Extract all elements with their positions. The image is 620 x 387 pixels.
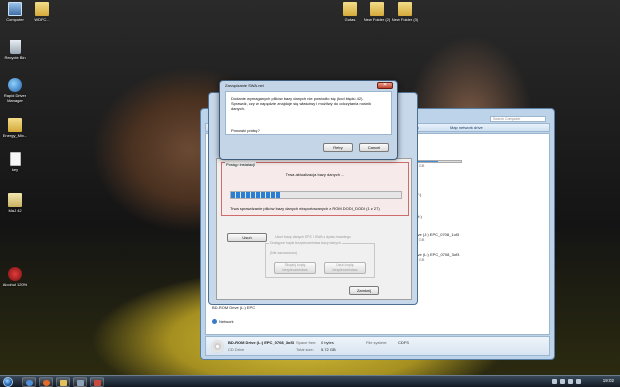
delete-backup-button[interactable]: Usuń kopię bezpieczeństwa — [324, 262, 366, 274]
app-icon — [77, 380, 84, 386]
start-button[interactable] — [3, 377, 13, 387]
taskbar-explorer[interactable] — [56, 377, 70, 387]
folder-icon — [60, 380, 67, 386]
folder-icon — [343, 2, 357, 16]
progress-status: Trwa sprawdzanie plików bazy danych eksp… — [230, 206, 380, 211]
backup-group-title: Dostępne kopie bezpieczeństwa bazy danyc… — [269, 241, 342, 245]
install-dialog-content: Postęp instalacji Trwa aktualizacja bazy… — [216, 158, 412, 300]
progress-group-title: Postęp instalacji — [225, 162, 256, 167]
desktop-icon-alcohol[interactable]: Alcohol 120% — [0, 267, 30, 287]
restore-backup-button[interactable]: Skopiuj kopię bezpieczeństwa — [274, 262, 316, 274]
status-space-free: 0 bytes — [321, 340, 334, 345]
progress-label: Trwa aktualizacja bazy danych ... — [285, 172, 345, 177]
retry-question: Ponowić próbę? — [231, 128, 260, 133]
status-total-size: 5.72 GB — [321, 347, 336, 352]
desktop-icon-recycle-bin[interactable]: Recycle Bin — [0, 40, 30, 60]
batch-file-icon — [8, 193, 22, 207]
desktop-icon-key[interactable]: key — [0, 152, 30, 172]
remove-database-caption: Usuń bazę danych EPC i SWA z dysku tward… — [275, 235, 351, 239]
nav-bd-drive[interactable]: BD-ROM Drive (L:) EPC — [212, 305, 255, 310]
taskbar-ie[interactable] — [22, 377, 36, 387]
recycle-bin-icon — [9, 40, 21, 54]
folder-icon — [35, 2, 49, 16]
status-file-system: CDFS — [398, 340, 409, 345]
details-pane: BD-ROM Drive (L:) EPC_0708_3of3 CD Drive… — [205, 336, 550, 356]
computer-icon — [8, 2, 22, 16]
tray-icon[interactable] — [552, 379, 557, 384]
backup-group: Dostępne kopie bezpieczeństwa bazy danyc… — [265, 241, 375, 278]
error-message: Dodanie wymaganych plików bazy danych ni… — [231, 96, 372, 111]
folder-icon — [370, 2, 384, 16]
network-tray-icon[interactable] — [576, 379, 581, 384]
tray-icon[interactable] — [560, 379, 565, 384]
desktop-icon-rapid-driver[interactable]: Rapid Driver Manager — [0, 78, 30, 103]
taskbar-media[interactable] — [39, 377, 53, 387]
error-dialog-title: Zarządzanie SWA.net — [225, 83, 264, 88]
error-dialog[interactable]: Zarządzanie SWA.net ✕ Dodanie wymaganych… — [219, 80, 398, 160]
alcohol-icon — [8, 267, 22, 281]
progress-bar — [230, 191, 402, 199]
status-drive-type: CD Drive — [228, 347, 245, 352]
cd-drive-icon — [211, 340, 224, 353]
drives-pane: SY (E:) e of 14.0 GB al Disk (F:) al Dis… — [396, 134, 549, 334]
desktop-icon-new-folder-3[interactable]: New Folder (3) — [390, 2, 420, 22]
search-input[interactable]: Search Computer — [490, 116, 546, 122]
desktop-icon-energy[interactable]: Energy_Mix... — [0, 118, 30, 138]
retry-button[interactable]: Retry — [323, 143, 353, 152]
app-icon — [94, 380, 101, 386]
clock[interactable]: 19:02 — [603, 378, 614, 383]
close-icon[interactable]: ✕ — [377, 82, 393, 89]
browser-icon — [26, 380, 33, 386]
document-icon — [9, 152, 21, 166]
map-network-drive-button[interactable]: Map network drive — [450, 125, 483, 130]
taskbar: 19:02 — [0, 375, 620, 387]
volume-icon[interactable] — [568, 379, 573, 384]
folder-icon — [398, 2, 412, 16]
close-button[interactable]: Zamknij — [349, 286, 379, 295]
status-drive-name: BD-ROM Drive (L:) EPC_0708_3of3 — [228, 340, 295, 345]
progress-fill — [231, 192, 281, 198]
driver-manager-icon — [8, 78, 22, 92]
desktop-icon-folder[interactable]: WDFC... — [27, 2, 57, 22]
nav-network[interactable]: Network — [212, 319, 234, 325]
desktop-icon-computer[interactable]: Computer — [0, 2, 30, 22]
desktop-icon-gotas[interactable]: Gotas — [335, 2, 365, 22]
backup-hint: (Nie zaznaczono) — [270, 251, 298, 255]
error-dialog-body: Dodanie wymaganych plików bazy danych ni… — [225, 91, 392, 135]
network-icon — [212, 319, 217, 325]
taskbar-app-1[interactable] — [73, 377, 87, 387]
media-player-icon — [43, 380, 50, 386]
desktop-icon-maj42[interactable]: MaJ 42 — [0, 193, 30, 213]
taskbar-app-2[interactable] — [90, 377, 104, 387]
desktop-icon-new-folder-2[interactable]: New Folder (2) — [362, 2, 392, 22]
remove-button[interactable]: Usuń — [227, 233, 267, 242]
cancel-button[interactable]: Cancel — [359, 143, 389, 152]
folder-icon — [8, 118, 22, 132]
progress-group: Postęp instalacji Trwa aktualizacja bazy… — [221, 162, 409, 216]
